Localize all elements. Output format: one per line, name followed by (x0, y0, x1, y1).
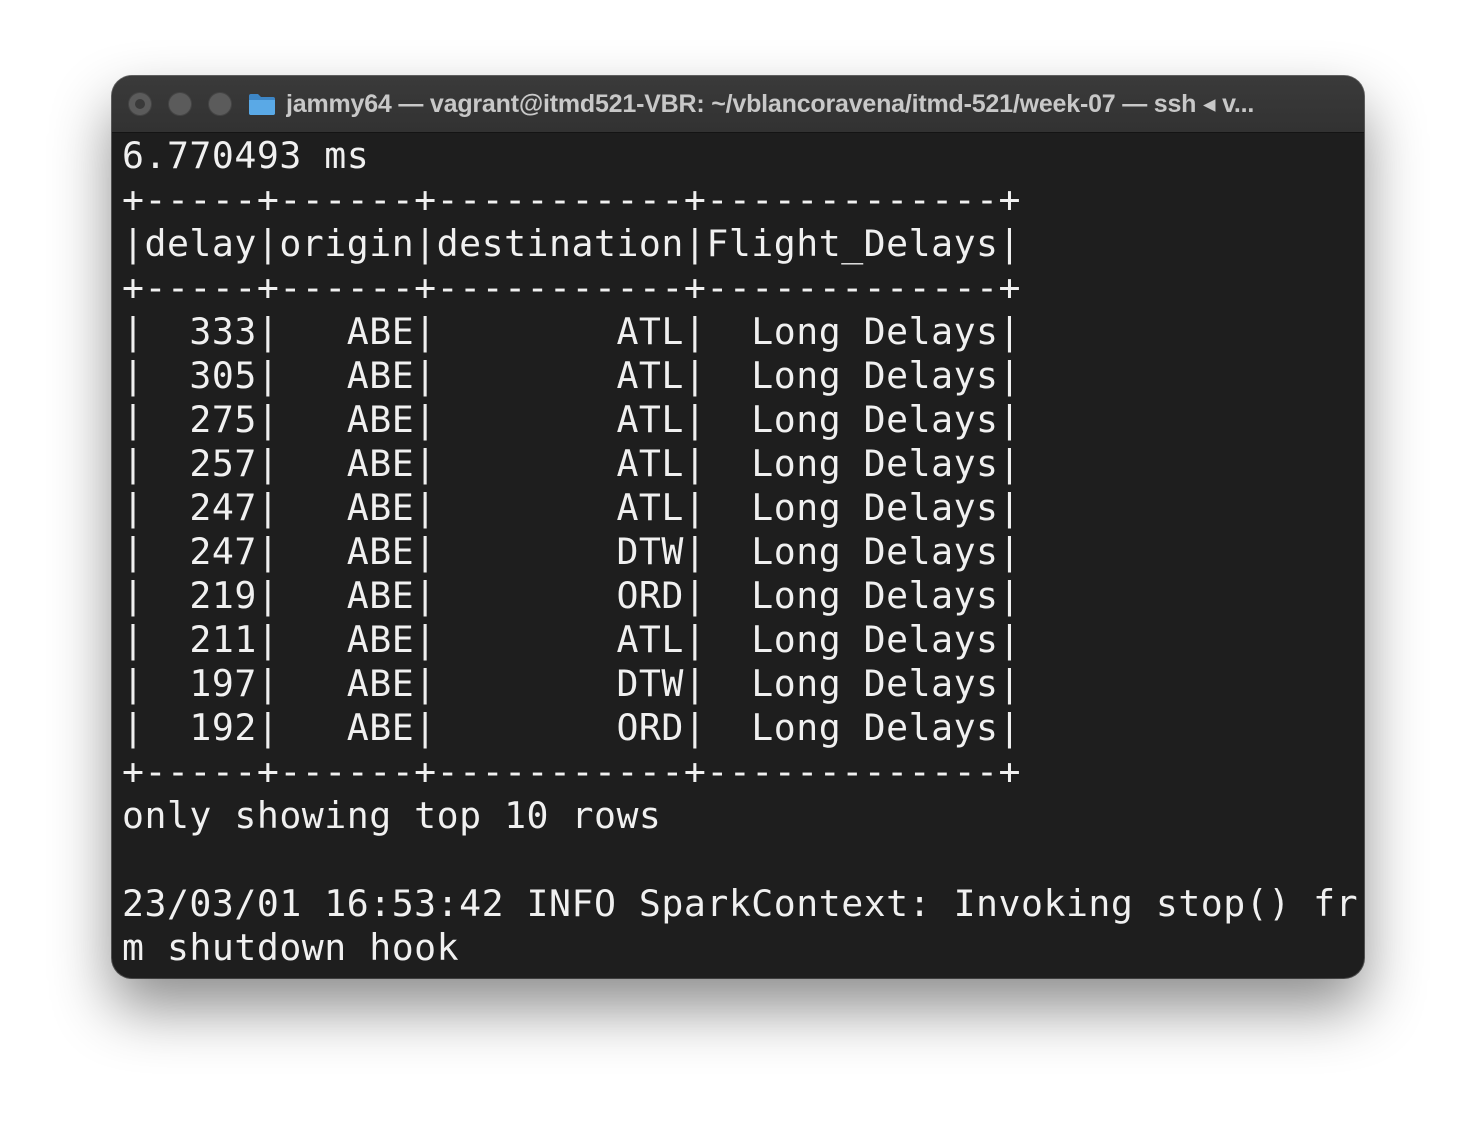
terminal-line: only showing top 10 rows (122, 794, 662, 837)
terminal-line: 23/03/01 16:53:42 INFO SparkContext: Inv… (122, 882, 1358, 925)
terminal-line: m shutdown hook (122, 926, 460, 969)
terminal-line: | 192| ABE| ORD| Long Delays| (122, 706, 1021, 749)
terminal-line: | 219| ABE| ORD| Long Delays| (122, 574, 1021, 617)
folder-icon (248, 92, 276, 116)
window-title: jammy64 — vagrant@itmd521-VBR: ~/vblanco… (286, 90, 1255, 118)
terminal-line: |delay|origin|destination|Flight_Delays| (122, 222, 1021, 265)
title-bar[interactable]: jammy64 — vagrant@itmd521-VBR: ~/vblanco… (112, 76, 1364, 133)
terminal-line: | 333| ABE| ATL| Long Delays| (122, 310, 1021, 353)
terminal-line: | 247| ABE| ATL| Long Delays| (122, 486, 1021, 529)
terminal-output[interactable]: 6.770493 ms +-----+------+-----------+---… (122, 134, 1358, 974)
terminal-line: +-----+------+-----------+-------------+ (122, 266, 1021, 309)
terminal-line: 6.770493 ms (122, 134, 370, 177)
terminal-line: | 257| ABE| ATL| Long Delays| (122, 442, 1021, 485)
minimize-button[interactable] (168, 92, 192, 116)
terminal-line: | 275| ABE| ATL| Long Delays| (122, 398, 1021, 441)
terminal-line: | 247| ABE| DTW| Long Delays| (122, 530, 1021, 573)
terminal-line: | 305| ABE| ATL| Long Delays| (122, 354, 1021, 397)
terminal-line: +-----+------+-----------+-------------+ (122, 750, 1021, 793)
terminal-line: | 197| ABE| DTW| Long Delays| (122, 662, 1021, 705)
close-button[interactable] (128, 92, 152, 116)
terminal-window: jammy64 — vagrant@itmd521-VBR: ~/vblanco… (112, 76, 1364, 978)
terminal-line: | 211| ABE| ATL| Long Delays| (122, 618, 1021, 661)
terminal-line: +-----+------+-----------+-------------+ (122, 178, 1021, 221)
window-controls (128, 92, 248, 116)
zoom-button[interactable] (208, 92, 232, 116)
